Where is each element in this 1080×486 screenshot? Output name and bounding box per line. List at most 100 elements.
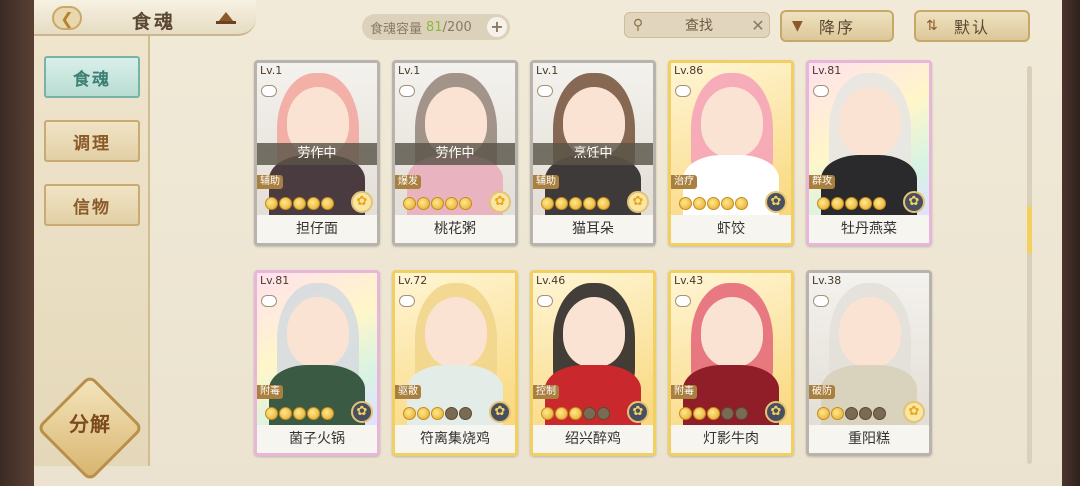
star-icon (831, 197, 844, 210)
star-rating (265, 197, 334, 210)
capacity-max: /200 (442, 19, 472, 35)
role-tag: 驱散 (395, 385, 421, 399)
page-title: 食魂 (132, 11, 177, 33)
status-banner: 烹饪中 (533, 143, 653, 165)
character-card[interactable]: Lv.46 控制 ✿ 绍兴醉鸡 (530, 270, 656, 456)
star-icon (597, 407, 610, 420)
level-label: Lv.81 (260, 274, 290, 287)
star-icon (583, 407, 596, 420)
sidebar-item-conditioning[interactable]: 调理 (44, 120, 140, 162)
favorite-badge-icon (399, 295, 415, 307)
star-icon (845, 407, 858, 420)
character-name: 灯影牛肉 (671, 425, 791, 453)
star-icon (735, 197, 748, 210)
capacity-add-button[interactable]: + (487, 17, 507, 37)
character-name: 桃花粥 (395, 215, 515, 243)
star-rating (403, 197, 472, 210)
role-tag: 群攻 (809, 175, 835, 189)
element-flower-icon: ✿ (765, 191, 787, 213)
character-name: 重阳糕 (809, 425, 929, 453)
character-card[interactable]: Lv.43 附毒 ✿ 灯影牛肉 (668, 270, 794, 456)
star-icon (445, 407, 458, 420)
character-name: 虾饺 (671, 215, 791, 243)
star-rating (265, 407, 334, 420)
star-icon (431, 197, 444, 210)
character-card[interactable]: Lv.1 烹饪中 辅助 ✿ 猫耳朵 (530, 60, 656, 246)
element-flower-icon: ✿ (903, 191, 925, 213)
star-icon (693, 407, 706, 420)
character-card[interactable]: Lv.38 破防 ✿ 重阳糕 (806, 270, 932, 456)
star-icon (569, 407, 582, 420)
search-label: 查找 (685, 18, 713, 34)
element-flower-icon: ✿ (489, 191, 511, 213)
favorite-badge-icon (813, 295, 829, 307)
star-rating (541, 197, 610, 210)
portrait-face (563, 297, 625, 367)
star-icon (831, 407, 844, 420)
search-icon: ⚲ (632, 17, 644, 33)
star-icon (445, 197, 458, 210)
star-icon (279, 197, 292, 210)
decompose-label: 分解 (69, 412, 111, 436)
capacity-current: 81 (426, 19, 443, 35)
character-card[interactable]: Lv.86 治疗 ✿ 虾饺 (668, 60, 794, 246)
character-card[interactable]: Lv.72 驱散 ✿ 符离集烧鸡 (392, 270, 518, 456)
element-flower-icon: ✿ (351, 401, 373, 423)
star-icon (859, 197, 872, 210)
favorite-badge-icon (675, 85, 691, 97)
sort-button[interactable]: ▼ 降序 (780, 10, 894, 42)
level-label: Lv.81 (812, 64, 842, 77)
chevron-left-icon: ❮ (60, 8, 74, 28)
star-icon (873, 407, 886, 420)
role-tag: 爆发 (395, 175, 421, 189)
role-tag: 治疗 (671, 175, 697, 189)
star-icon (417, 197, 430, 210)
sidebar-item-soul[interactable]: 食魂 (44, 56, 140, 98)
star-icon (321, 197, 334, 210)
star-icon (873, 197, 886, 210)
role-tag: 破防 (809, 385, 835, 399)
star-icon (307, 407, 320, 420)
star-icon (569, 197, 582, 210)
character-name: 符离集烧鸡 (395, 425, 515, 453)
star-icon (817, 407, 830, 420)
star-icon (321, 407, 334, 420)
character-card[interactable]: Lv.81 群攻 ✿ 牡丹燕菜 (806, 60, 932, 246)
left-border (0, 0, 34, 486)
element-flower-icon: ✿ (765, 401, 787, 423)
favorite-badge-icon (537, 85, 553, 97)
star-icon (817, 197, 830, 210)
portrait-face (425, 297, 487, 367)
favorite-badge-icon (261, 85, 277, 97)
star-rating (541, 407, 610, 420)
triangle-down-icon: ▼ (792, 18, 805, 34)
swap-icon: ⇅ (926, 18, 940, 34)
character-card[interactable]: Lv.1 劳作中 爆发 ✿ 桃花粥 (392, 60, 518, 246)
level-label: Lv.38 (812, 274, 842, 287)
favorite-badge-icon (399, 85, 415, 97)
star-icon (721, 197, 734, 210)
favorite-badge-icon (537, 295, 553, 307)
favorite-badge-icon (261, 295, 277, 307)
star-icon (859, 407, 872, 420)
status-banner: 劳作中 (395, 143, 515, 165)
scrollbar-thumb[interactable] (1027, 206, 1032, 254)
order-button[interactable]: ⇅ 默认 (914, 10, 1030, 42)
back-button[interactable]: ❮ (52, 6, 82, 30)
level-label: Lv.1 (260, 64, 283, 77)
star-rating (403, 407, 472, 420)
scrollbar-track[interactable] (1027, 66, 1032, 464)
star-icon (679, 407, 692, 420)
star-icon (583, 197, 596, 210)
search-box[interactable]: ⚲ 查找 ✕ (624, 12, 770, 38)
star-icon (541, 197, 554, 210)
character-card[interactable]: Lv.1 劳作中 辅助 ✿ 担仔面 (254, 60, 380, 246)
star-icon (597, 197, 610, 210)
level-label: Lv.86 (674, 64, 704, 77)
portrait-face (839, 297, 901, 367)
close-icon[interactable]: ✕ (747, 16, 769, 35)
sidebar-item-tokens[interactable]: 信物 (44, 184, 140, 226)
star-icon (265, 407, 278, 420)
star-icon (293, 197, 306, 210)
character-card[interactable]: Lv.81 附毒 ✿ 菌子火锅 (254, 270, 380, 456)
